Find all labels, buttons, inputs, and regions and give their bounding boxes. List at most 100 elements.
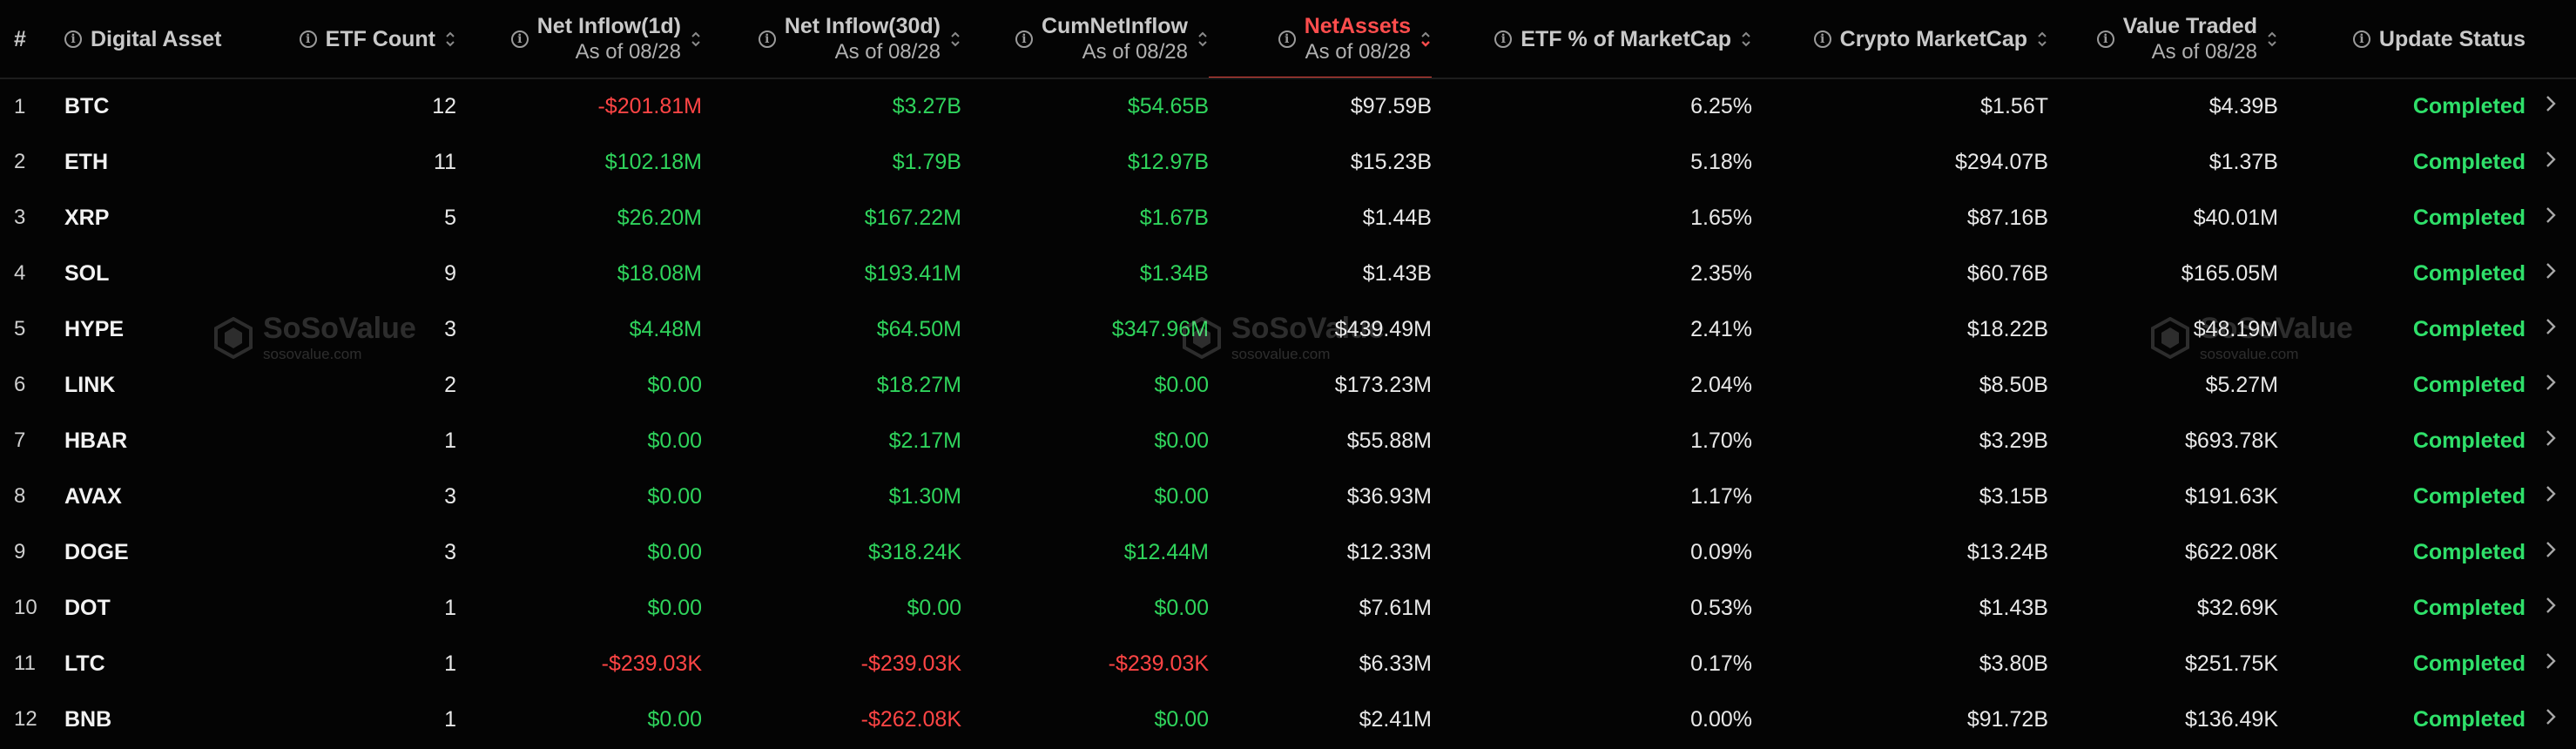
table-row[interactable]: 11 LTC 1 -$239.03K -$239.03K -$239.03K $6.33M 0… xyxy=(0,636,2576,692)
column-header-cum-net-inflow-label: CumNetInflow xyxy=(1041,13,1188,38)
table-row[interactable]: 4 SOL 9 $18.08M $193.41M $1.34B $1.43B 2.35% $60… xyxy=(0,246,2576,301)
info-icon[interactable]: i xyxy=(299,30,317,48)
table-row[interactable]: 1 BTC 12 -$201.81M $3.27B $54.65B $97.59B 6.25%… xyxy=(0,78,2576,134)
table-row[interactable]: 3 XRP 5 $26.20M $167.22M $1.67B $1.44B 1.65% $87… xyxy=(0,190,2576,246)
etf-count-cell: 5 xyxy=(444,205,456,230)
row-expand-cell[interactable] xyxy=(2525,580,2576,636)
sort-icon[interactable] xyxy=(1740,30,1752,49)
net-inflow-30d-cell: $318.24K xyxy=(867,539,961,564)
row-expand-cell[interactable] xyxy=(2525,692,2576,747)
table-row[interactable]: 6 LINK 2 $0.00 $18.27M $0.00 $173.23M 2.04% $8.5… xyxy=(0,357,2576,413)
asset-name-link[interactable]: ETH xyxy=(54,134,280,190)
asset-name-link[interactable]: AVAX xyxy=(54,469,280,524)
sort-icon[interactable] xyxy=(949,30,961,49)
chevron-right-icon[interactable] xyxy=(2544,539,2558,565)
column-header-crypto-marketcap[interactable]: i Crypto MarketCap xyxy=(1752,0,2048,79)
crypto-marketcap-cell: $18.22B xyxy=(1966,316,2048,341)
net-inflow-30d-cell: $1.30M xyxy=(888,483,961,509)
asset-name-link[interactable]: HBAR xyxy=(54,413,280,469)
row-expand-cell[interactable] xyxy=(2525,469,2576,524)
column-header-net-assets-date: As of 08/28 xyxy=(1305,39,1411,64)
sort-icon[interactable] xyxy=(2266,30,2278,49)
row-index: 6 xyxy=(14,373,26,396)
info-icon[interactable]: i xyxy=(758,30,776,48)
column-header-net-inflow-30d[interactable]: i Net Inflow(30d) As of 08/28 xyxy=(702,0,961,79)
value-traded-cell: $40.01M xyxy=(2193,205,2278,230)
column-header-etf-pct-marketcap-label: ETF % of MarketCap xyxy=(1521,26,1731,51)
asset-name-link[interactable]: DOT xyxy=(54,580,280,636)
table-row[interactable]: 8 AVAX 3 $0.00 $1.30M $0.00 $36.93M 1.17% $3.15B… xyxy=(0,469,2576,524)
chevron-right-icon[interactable] xyxy=(2544,706,2558,732)
info-icon[interactable]: i xyxy=(510,30,529,48)
value-traded-cell: $191.63K xyxy=(2184,483,2278,509)
etf-table-container: # i Digital Asset i ETF Count i Net Infl… xyxy=(0,0,2576,749)
column-header-net-inflow-1d-date: As of 08/28 xyxy=(575,39,681,64)
chevron-right-icon[interactable] xyxy=(2544,428,2558,454)
net-inflow-30d-cell: $0.00 xyxy=(907,595,961,620)
asset-name-link[interactable]: BNB xyxy=(54,692,280,747)
sort-icon[interactable] xyxy=(1197,30,1209,49)
row-expand-cell[interactable] xyxy=(2525,246,2576,301)
row-expand-cell[interactable] xyxy=(2525,78,2576,134)
asset-name-link[interactable]: LTC xyxy=(54,636,280,692)
net-assets-cell: $1.43B xyxy=(1362,260,1432,286)
column-header-etf-pct-marketcap[interactable]: i ETF % of MarketCap xyxy=(1432,0,1752,79)
info-icon[interactable]: i xyxy=(1813,30,1831,48)
row-expand-cell[interactable] xyxy=(2525,134,2576,190)
net-inflow-30d-cell: $193.41M xyxy=(864,260,961,286)
chevron-right-icon[interactable] xyxy=(2544,93,2558,119)
column-header-net-inflow-1d[interactable]: i Net Inflow(1d) As of 08/28 xyxy=(456,0,702,79)
column-header-etf-count[interactable]: i ETF Count xyxy=(280,0,456,79)
net-assets-cell: $36.93M xyxy=(1346,483,1432,509)
etf-count-cell: 3 xyxy=(444,483,456,509)
chevron-right-icon[interactable] xyxy=(2544,149,2558,175)
asset-name-link[interactable]: LINK xyxy=(54,357,280,413)
column-header-update-status[interactable]: i Update Status xyxy=(2278,0,2525,79)
row-expand-cell[interactable] xyxy=(2525,301,2576,357)
asset-name-link[interactable]: HYPE xyxy=(54,301,280,357)
table-row[interactable]: 12 BNB 1 $0.00 -$262.08K $0.00 $2.41M 0.00% $91.… xyxy=(0,692,2576,747)
info-icon[interactable]: i xyxy=(64,30,82,48)
update-status-badge: Completed xyxy=(2412,651,2525,676)
asset-name-link[interactable]: XRP xyxy=(54,190,280,246)
chevron-right-icon[interactable] xyxy=(2544,205,2558,231)
chevron-right-icon[interactable] xyxy=(2544,316,2558,342)
column-header-net-assets[interactable]: i NetAssets As of 08/28 xyxy=(1209,0,1432,79)
asset-name-link[interactable]: SOL xyxy=(54,246,280,301)
asset-name-link[interactable]: DOGE xyxy=(54,524,280,580)
column-header-digital-asset[interactable]: i Digital Asset xyxy=(54,0,280,79)
net-inflow-30d-cell: -$239.03K xyxy=(860,651,961,676)
table-row[interactable]: 2 ETH 11 $102.18M $1.79B $12.97B $15.23B 5.18% $… xyxy=(0,134,2576,190)
sort-icon[interactable] xyxy=(444,30,456,49)
chevron-right-icon[interactable] xyxy=(2544,483,2558,509)
row-expand-cell[interactable] xyxy=(2525,357,2576,413)
row-index: 12 xyxy=(14,707,37,731)
asset-name-link[interactable]: BTC xyxy=(54,78,280,134)
cum-net-inflow-cell: $12.44M xyxy=(1123,539,1209,564)
chevron-right-icon[interactable] xyxy=(2544,260,2558,287)
cum-net-inflow-cell: $12.97B xyxy=(1127,149,1209,174)
row-expand-cell[interactable] xyxy=(2525,524,2576,580)
sort-icon[interactable] xyxy=(2036,30,2048,49)
info-icon[interactable]: i xyxy=(2352,30,2370,48)
chevron-right-icon[interactable] xyxy=(2544,595,2558,621)
update-status-badge: Completed xyxy=(2412,595,2525,620)
info-icon[interactable]: i xyxy=(1494,30,1513,48)
table-row[interactable]: 7 HBAR 1 $0.00 $2.17M $0.00 $55.88M 1.70% $3.29B… xyxy=(0,413,2576,469)
table-row[interactable]: 10 DOT 1 $0.00 $0.00 $0.00 $7.61M 0.53% $1.43B $3… xyxy=(0,580,2576,636)
info-icon[interactable]: i xyxy=(1278,30,1296,48)
info-icon[interactable]: i xyxy=(1015,30,1033,48)
column-header-cum-net-inflow[interactable]: i CumNetInflow As of 08/28 xyxy=(961,0,1209,79)
row-expand-cell[interactable] xyxy=(2525,413,2576,469)
sort-icon[interactable] xyxy=(690,30,702,49)
chevron-right-icon[interactable] xyxy=(2544,372,2558,398)
chevron-right-icon[interactable] xyxy=(2544,651,2558,677)
info-icon[interactable]: i xyxy=(2096,30,2114,48)
column-header-value-traded[interactable]: i Value Traded As of 08/28 xyxy=(2048,0,2278,79)
table-row[interactable]: 5 HYPE 3 $4.48M $64.50M $347.96M $439.49M 2.41%… xyxy=(0,301,2576,357)
sort-desc-icon[interactable] xyxy=(1419,30,1432,49)
row-index: 9 xyxy=(14,540,26,563)
row-expand-cell[interactable] xyxy=(2525,636,2576,692)
table-row[interactable]: 9 DOGE 3 $0.00 $318.24K $12.44M $12.33M 0.09% $1… xyxy=(0,524,2576,580)
row-expand-cell[interactable] xyxy=(2525,190,2576,246)
